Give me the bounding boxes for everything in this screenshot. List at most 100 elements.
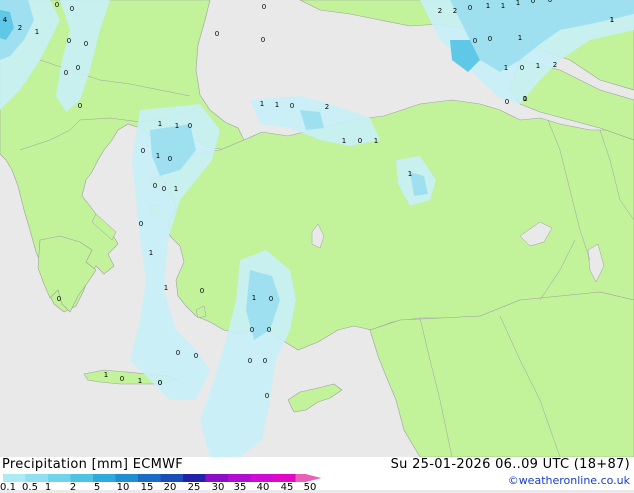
legend-tick: 2: [69, 482, 77, 493]
legend-swatch: [138, 474, 161, 482]
precip-value-label: 0: [162, 185, 166, 193]
precip-value-label: 0: [70, 5, 74, 13]
precip-value-label: 0: [200, 287, 204, 295]
precip-value-label: 1: [260, 100, 264, 108]
legend-swatch: [25, 474, 48, 482]
legend-tick: 50: [303, 482, 317, 493]
legend-tick: 15: [140, 482, 154, 493]
legend-swatch: [228, 474, 251, 482]
precip-value-label: 1: [156, 152, 160, 160]
precip-value-label: 4: [3, 16, 8, 24]
legend-swatch: [250, 474, 273, 482]
legend-swatch: [48, 474, 71, 482]
map-title: Precipitation [mm] ECMWF: [2, 457, 184, 472]
precip-value-label: 1: [523, 95, 527, 103]
precip-value-label: 1: [164, 284, 168, 292]
run-time: Su 25-01-2026 06..09 UTC (18+87): [390, 457, 630, 472]
precip-value-label: 0: [520, 64, 524, 72]
precip-value-label: 1: [408, 170, 412, 178]
precip-value-label: 0: [153, 182, 157, 190]
legend-tick: 0.5: [22, 482, 38, 493]
precip-value-label: 1: [486, 2, 490, 10]
precip-value-label: 0: [120, 375, 124, 383]
legend-tick: 30: [211, 482, 225, 493]
precip-value-label: 0: [188, 122, 192, 130]
precip-value-label: 0: [194, 352, 198, 360]
footer: Precipitation [mm] ECMWF Su 25-01-2026 0…: [0, 457, 634, 493]
precip-value-label: 0: [548, 0, 552, 4]
precip-value-label: 0: [168, 155, 172, 163]
precip-value-label: 0: [505, 98, 509, 106]
precip-value-label: 1: [342, 137, 346, 145]
precip-value-label: 1: [518, 34, 522, 42]
legend-tick: 0.1: [0, 482, 16, 493]
map-stage: 4210000000022011100011101200001102101110…: [0, 0, 634, 493]
precip-value-label: 2: [453, 7, 457, 15]
legend-tick: 45: [280, 482, 294, 493]
precip-value-label: 0: [269, 295, 273, 303]
legend-swatch: [70, 474, 93, 482]
precip-value-label: 0: [215, 30, 219, 38]
precip-value-label: 0: [141, 147, 145, 155]
precip-value-label: 0: [250, 326, 254, 334]
legend-tick: 25: [187, 482, 201, 493]
precip-value-label: 2: [325, 103, 329, 111]
precip-value-label: 0: [176, 349, 180, 357]
precip-value-label: 1: [275, 101, 279, 109]
precip-value-label: 1: [516, 0, 520, 7]
precip-value-label: 1: [104, 371, 108, 379]
precip-value-label: 1: [158, 120, 162, 128]
precip-value-label: 1: [149, 249, 153, 257]
legend-tick: 20: [163, 482, 177, 493]
legend-swatch: [93, 474, 116, 482]
legend-swatch: [183, 474, 206, 482]
precip-value-label: 0: [76, 64, 80, 72]
precip-value-label: 1: [175, 122, 179, 130]
precip-value-label: 0: [358, 137, 362, 145]
legend-swatch: [115, 474, 138, 482]
precip-value-label: 1: [610, 16, 614, 24]
legend-swatch: [160, 474, 183, 482]
precip-value-label: 0: [468, 4, 472, 12]
precip-value-label: 0: [262, 3, 266, 11]
legend-tick: 35: [233, 482, 247, 493]
precip-value-label: 1: [35, 28, 39, 36]
legend-swatch: [205, 474, 228, 482]
precip-value-label: 1: [501, 2, 505, 10]
legend-tick: 40: [256, 482, 270, 493]
precip-value-label: 0: [290, 102, 294, 110]
legend-swatch: [295, 474, 306, 482]
precip-value-label: 1: [536, 62, 540, 70]
precip-value-label: 0: [473, 37, 477, 45]
precip-value-label: 0: [263, 357, 267, 365]
precip-value-label: 0: [158, 379, 162, 387]
legend-tick: 1: [44, 482, 52, 493]
precip-value-label: 0: [265, 392, 269, 400]
precip-value-label: 0: [531, 0, 535, 5]
legend-tick: 10: [116, 482, 130, 493]
precip-value-label: 0: [248, 357, 252, 365]
legend-arrow: [305, 474, 322, 482]
legend-swatch: [273, 474, 296, 482]
precip-value-label: 1: [374, 137, 378, 145]
precip-value-label: 0: [488, 35, 492, 43]
precip-value-label: 2: [553, 61, 557, 69]
precip-value-label: 1: [252, 294, 256, 302]
precip-value-label: 0: [57, 295, 61, 303]
legend-swatch: [3, 474, 26, 482]
precip-value-label: 0: [139, 220, 143, 228]
precip-value-label: 0: [64, 69, 68, 77]
precipitation-map[interactable]: 42 10 00 00000 2 2 0 1 1 1 0 00111 0 1 20 0001 1 0 21 0 11 1 0…: [0, 0, 634, 457]
credit-link[interactable]: ©weatheronline.co.uk: [508, 474, 630, 487]
precip-value-label: 1: [174, 185, 178, 193]
precip-value-label: 0: [78, 102, 82, 110]
precip-value-label: 0: [84, 40, 88, 48]
precip-value-label: 0: [67, 37, 71, 45]
precip-value-label: 2: [438, 7, 442, 15]
precip-value-label: 1: [138, 377, 142, 385]
precip-value-label: 0: [261, 36, 265, 44]
precip-value-label: 1: [504, 64, 508, 72]
precip-value-label: 0: [267, 326, 271, 334]
precip-value-label: 0: [55, 1, 59, 9]
precipitation-legend: [3, 474, 322, 482]
